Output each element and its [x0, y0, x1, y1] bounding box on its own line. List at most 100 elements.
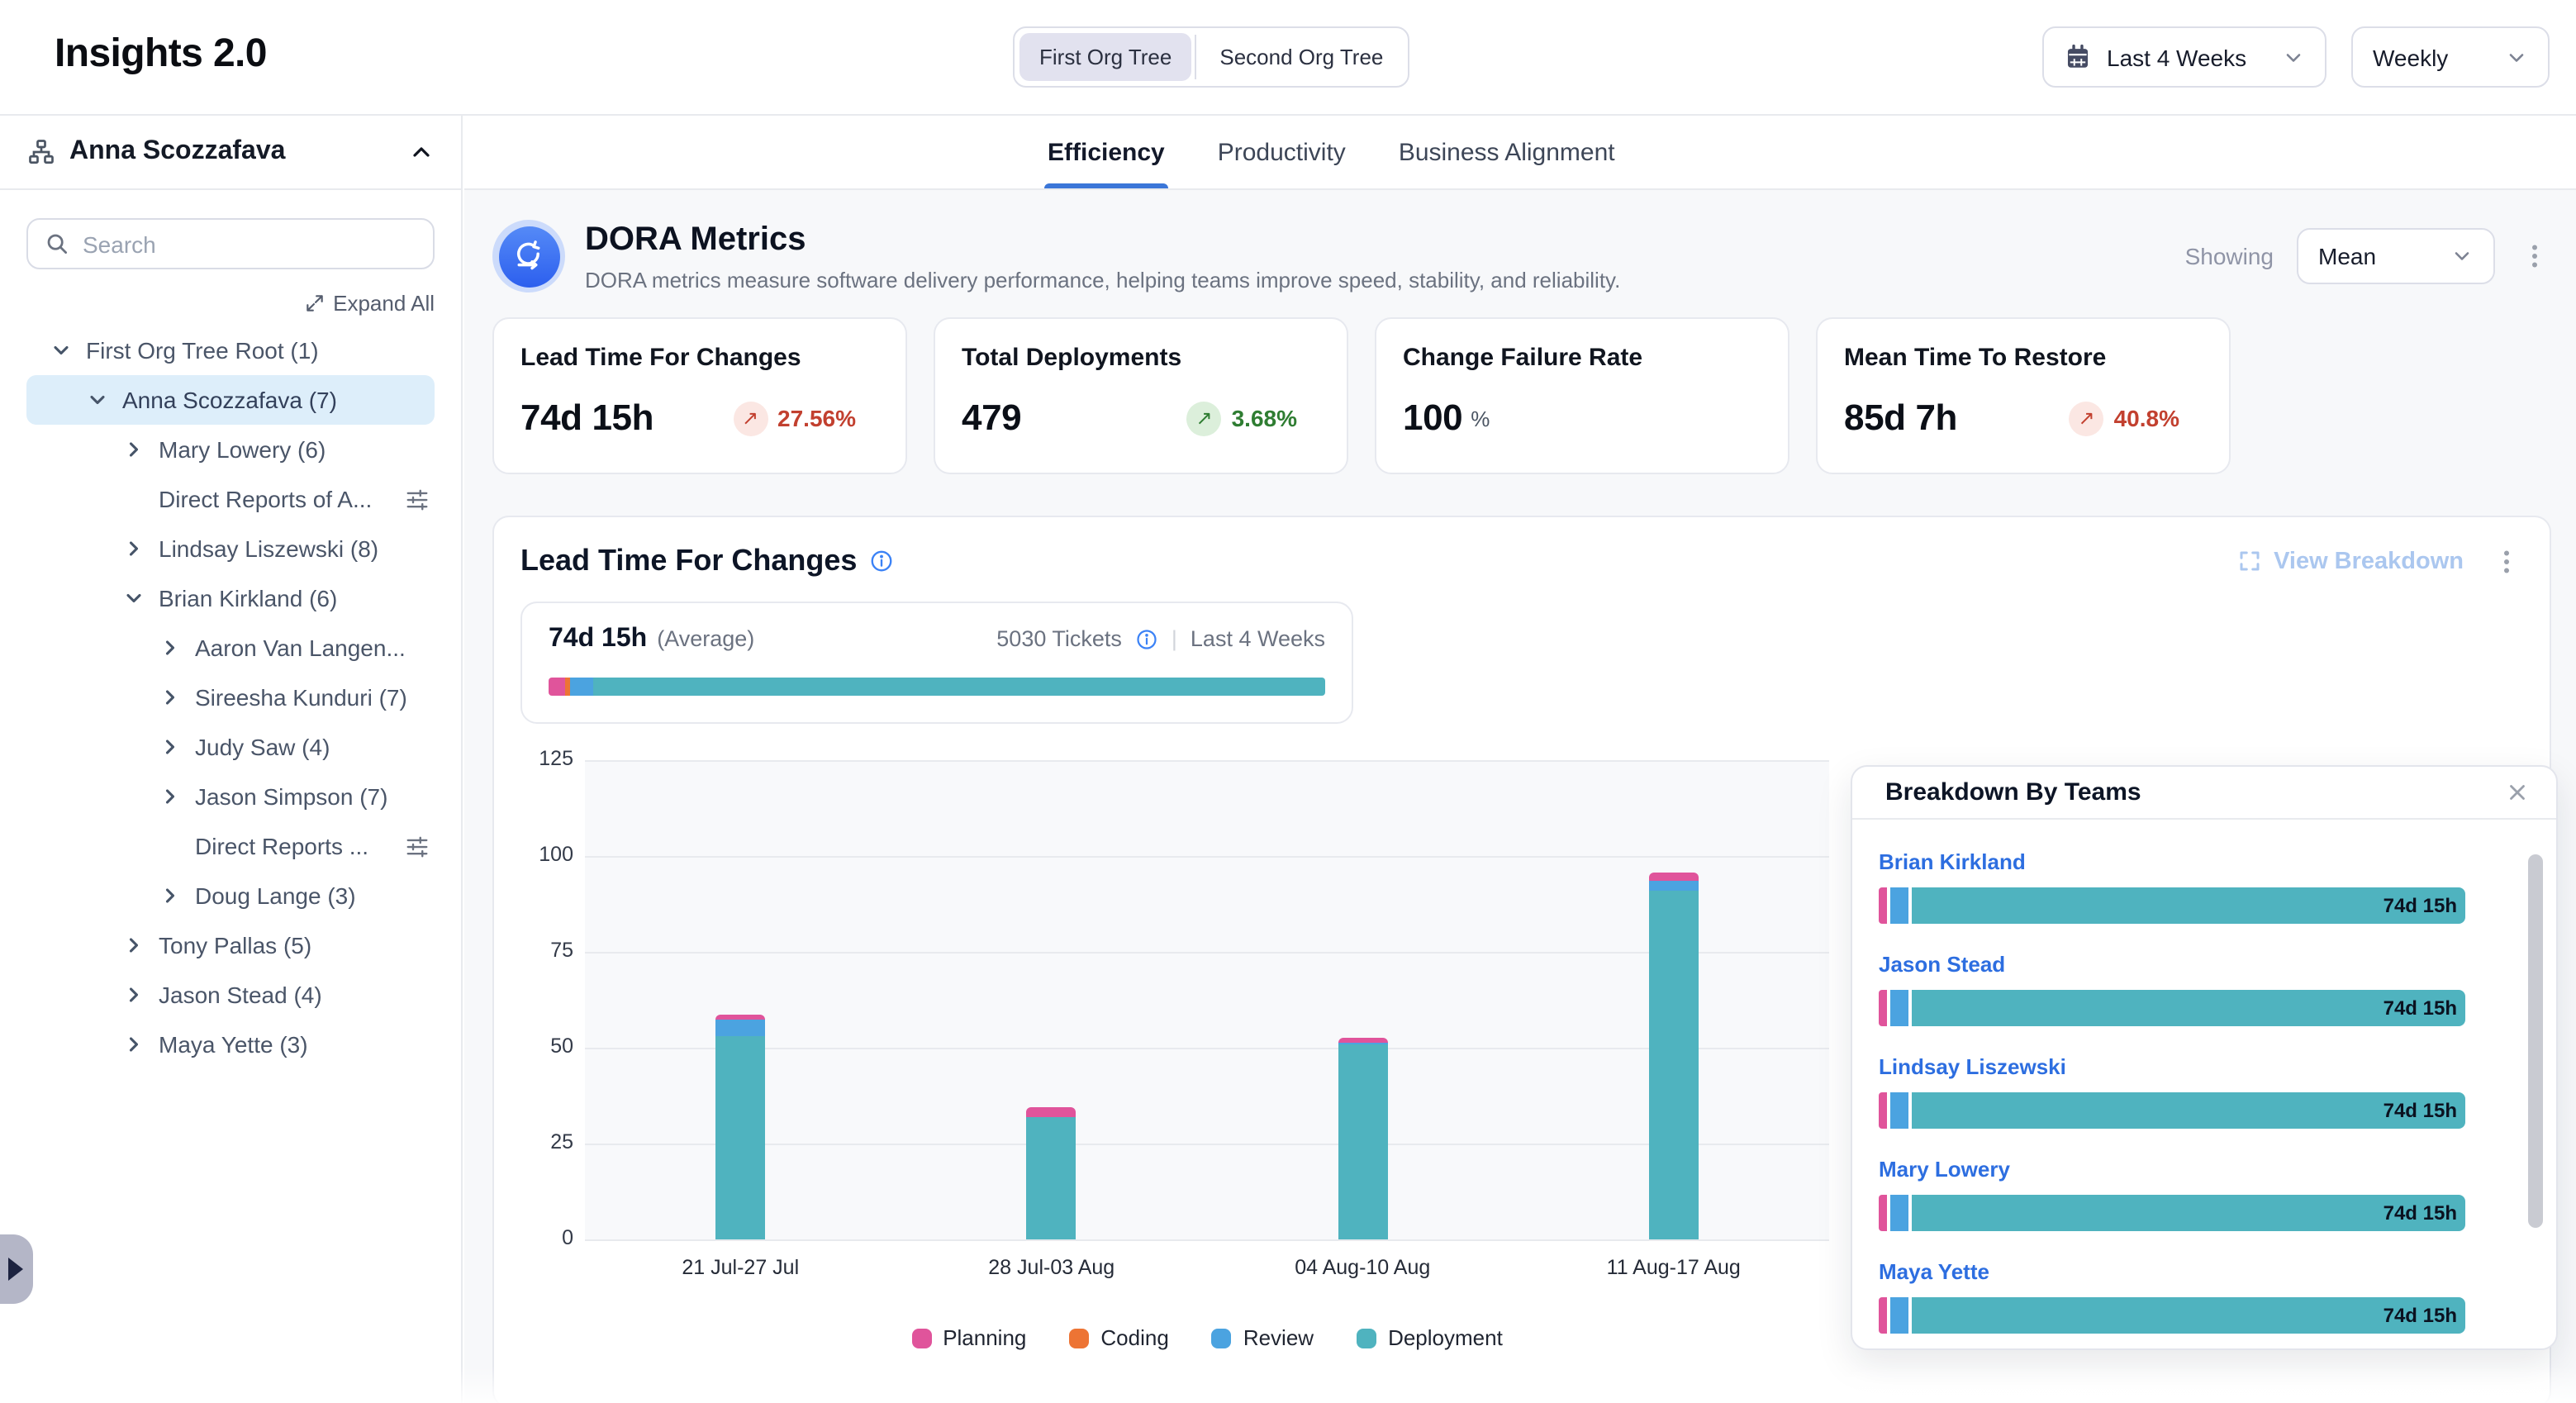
chevron-down-icon[interactable]: [119, 583, 149, 613]
chevron-right-icon[interactable]: [119, 1030, 149, 1059]
bar-11-aug-17-aug[interactable]: [1649, 873, 1699, 1239]
chevron-right-icon[interactable]: [119, 980, 149, 1010]
tree-item-doug-lange-3[interactable]: Doug Lange (3): [26, 871, 435, 920]
tree-item-maya-yette-3[interactable]: Maya Yette (3): [26, 1020, 435, 1069]
team-leadtime-bar[interactable]: 74d 15h: [1879, 1297, 2465, 1334]
tree-item-label: Jason Simpson (7): [195, 783, 435, 810]
tree-item-judy-saw-4[interactable]: Judy Saw (4): [26, 722, 435, 772]
chevron-up-icon[interactable]: [408, 139, 435, 165]
legend-item-planning[interactable]: Planning: [911, 1325, 1026, 1350]
aggregation-select[interactable]: Mean: [2297, 228, 2495, 284]
view-breakdown-button[interactable]: View Breakdown: [2237, 548, 2464, 574]
breakdown-title: Breakdown By Teams: [1885, 778, 2500, 806]
team-leadtime-bar[interactable]: 74d 15h: [1879, 990, 2465, 1026]
kebab-menu-icon[interactable]: [2518, 240, 2551, 273]
chevron-right-icon[interactable]: [119, 435, 149, 464]
segmented-divider: [1195, 35, 1196, 79]
trend-up-arrow-icon: ↗: [733, 401, 768, 435]
dora-sprint-icon: [492, 220, 565, 292]
org-tree: First Org Tree Root (1) Anna Scozzafava (…: [0, 326, 461, 1069]
period-label: Last 4 Weeks: [1191, 626, 1325, 651]
chevron-right-icon[interactable]: [155, 682, 185, 712]
x-axis-tick-label: 28 Jul-03 Aug: [896, 1256, 1208, 1279]
chevron-down-icon: [2282, 45, 2305, 69]
chevron-right-icon[interactable]: [155, 881, 185, 911]
bar-21-jul-27-jul[interactable]: [715, 1015, 765, 1239]
legend-item-coding[interactable]: Coding: [1069, 1325, 1168, 1350]
chevron-right-icon[interactable]: [155, 633, 185, 663]
x-axis-tick-label: 11 Aug-17 Aug: [1519, 1256, 1830, 1279]
tree-item-jason-stead-4[interactable]: Jason Stead (4): [26, 970, 435, 1020]
team-link-jason-stead[interactable]: Jason Stead: [1879, 952, 2005, 977]
tree-item-label: Direct Reports of A...: [159, 486, 402, 512]
chevron-right-icon[interactable]: [119, 534, 149, 564]
lead-time-panel-header: Lead Time For Changes View Breakdown: [520, 544, 2523, 578]
org-tree-option-second[interactable]: Second Org Tree: [1200, 33, 1403, 81]
chevron-right-icon[interactable]: [155, 732, 185, 762]
bar-segment-deployment: [1911, 1092, 2465, 1129]
bar-segment-deployment: [1027, 1117, 1077, 1239]
bar-04-aug-10-aug[interactable]: [1338, 1038, 1387, 1239]
tree-item-sireesha-kunduri-7[interactable]: Sireesha Kunduri (7): [26, 673, 435, 722]
expand-corners-icon: [2237, 549, 2262, 573]
sidebar-search[interactable]: [26, 218, 435, 269]
team-leadtime-value: 74d 15h: [2384, 1092, 2457, 1129]
sidebar-collapse-handle[interactable]: [0, 1234, 33, 1304]
chevron-down-icon[interactable]: [46, 335, 76, 365]
granularity-select[interactable]: Weekly: [2351, 26, 2550, 88]
team-link-maya-yette[interactable]: Maya Yette: [1879, 1259, 1989, 1284]
scrollbar[interactable]: [2528, 849, 2543, 1325]
tree-item-mary-lowery-6[interactable]: Mary Lowery (6): [26, 425, 435, 474]
date-range-select[interactable]: Last 4 Weeks: [2042, 26, 2326, 88]
filter-icon[interactable]: [402, 831, 431, 861]
tree-item-lindsay-liszewski-8[interactable]: Lindsay Liszewski (8): [26, 524, 435, 573]
tree-item-aaron-van-langen[interactable]: Aaron Van Langen...: [26, 623, 435, 673]
team-leadtime-bar[interactable]: 74d 15h: [1879, 1195, 2465, 1231]
legend-label: Planning: [943, 1325, 1026, 1350]
info-icon[interactable]: [1135, 627, 1158, 650]
expand-all-button[interactable]: Expand All: [26, 291, 435, 316]
avg-bar-segment-deployment: [593, 678, 1325, 696]
team-leadtime-bar[interactable]: 74d 15h: [1879, 887, 2465, 924]
chevron-down-icon[interactable]: [83, 385, 112, 415]
kebab-menu-icon[interactable]: [2490, 545, 2523, 578]
metric-value: 74d 15h: [520, 397, 654, 440]
tree-item-first-org-tree-root-1[interactable]: First Org Tree Root (1): [26, 326, 435, 375]
chevron-right-icon[interactable]: [155, 782, 185, 811]
tree-item-direct-reports[interactable]: Direct Reports ...: [26, 821, 435, 871]
tab-business-alignment[interactable]: Business Alignment: [1399, 116, 1615, 188]
sidebar-header[interactable]: Anna Scozzafava: [0, 116, 461, 190]
tree-item-tony-pallas-5[interactable]: Tony Pallas (5): [26, 920, 435, 970]
tree-item-anna-scozzafava-7[interactable]: Anna Scozzafava (7): [26, 375, 435, 425]
legend-item-review[interactable]: Review: [1212, 1325, 1314, 1350]
tab-productivity[interactable]: Productivity: [1218, 116, 1346, 188]
tree-item-label: Tony Pallas (5): [159, 932, 435, 958]
bar-segment-deployment: [1911, 1297, 2465, 1334]
tree-item-jason-simpson-7[interactable]: Jason Simpson (7): [26, 772, 435, 821]
team-leadtime-bar[interactable]: 74d 15h: [1879, 1092, 2465, 1129]
team-link-brian-kirkland[interactable]: Brian Kirkland: [1879, 849, 2026, 874]
chevron-right-icon[interactable]: [119, 930, 149, 960]
org-tree-option-first[interactable]: First Org Tree: [1019, 33, 1191, 81]
tree-item-label: First Org Tree Root (1): [86, 337, 435, 364]
team-link-lindsay-liszewski[interactable]: Lindsay Liszewski: [1879, 1054, 2066, 1079]
legend-item-deployment[interactable]: Deployment: [1357, 1325, 1503, 1350]
breakdown-row-brian-kirkland: Brian Kirkland 74d 15h: [1879, 848, 2497, 924]
metric-value: 100: [1403, 397, 1462, 440]
tree-item-brian-kirkland-6[interactable]: Brian Kirkland (6): [26, 573, 435, 623]
gridline: [585, 856, 1829, 858]
search-input[interactable]: [83, 231, 416, 257]
filter-icon[interactable]: [402, 484, 431, 514]
top-header: Insights 2.0 First Org Tree Second Org T…: [0, 0, 2576, 116]
tree-item-label: Mary Lowery (6): [159, 436, 435, 463]
team-link-mary-lowery[interactable]: Mary Lowery: [1879, 1157, 2010, 1182]
tab-efficiency[interactable]: Efficiency: [1048, 116, 1165, 188]
tree-item-label: Brian Kirkland (6): [159, 585, 435, 611]
average-leadtime-summary: 74d 15h (Average) 5030 Tickets | Last 4 …: [549, 625, 1325, 654]
info-icon[interactable]: [868, 549, 893, 573]
bar-28-jul-03-aug[interactable]: [1027, 1107, 1077, 1239]
bar-segment-planning: [1879, 1195, 1887, 1231]
scrollbar-thumb[interactable]: [2528, 854, 2543, 1228]
close-icon[interactable]: [2500, 776, 2533, 809]
tree-item-direct-reports-of-a[interactable]: Direct Reports of A...: [26, 474, 435, 524]
